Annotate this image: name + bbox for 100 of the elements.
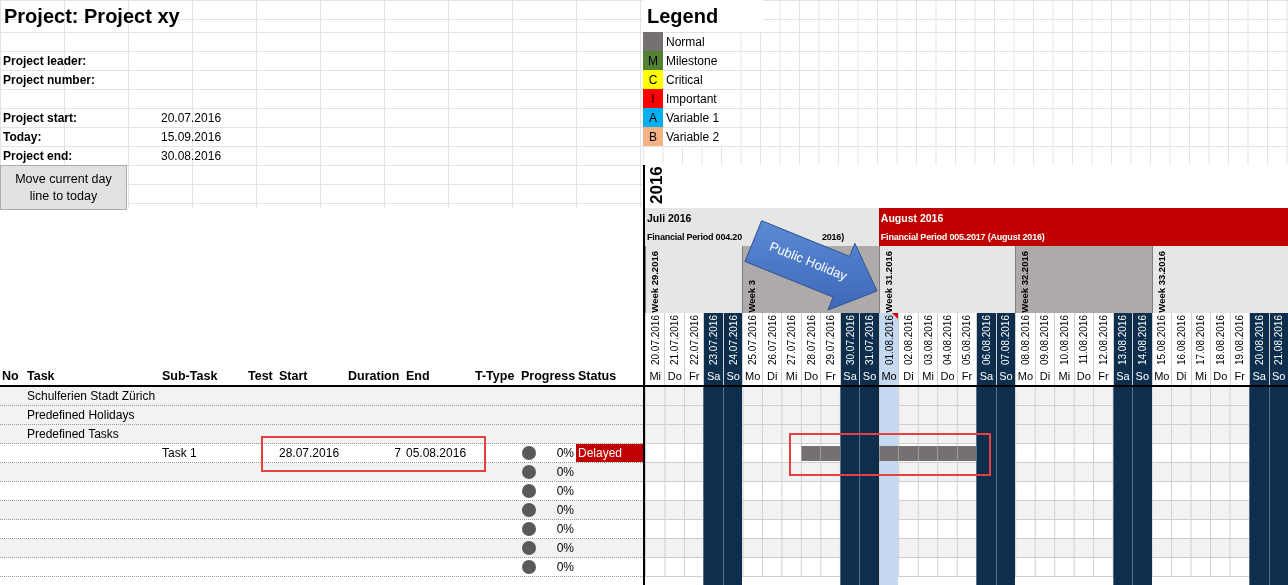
date-label: 16.08.2016 [1175, 314, 1187, 366]
weekday-cell: Sa [839, 367, 860, 385]
date-label: 02.08.2016 [903, 314, 915, 366]
date-label: 07.08.2016 [1000, 314, 1012, 366]
column-header: Sub-Task [161, 368, 219, 385]
progress-dot-icon [522, 522, 536, 536]
progress-value: 0% [556, 484, 574, 498]
column-header: Start [278, 368, 309, 385]
date-label: 17.08.2016 [1195, 314, 1207, 366]
weekday-cell: Di [1171, 367, 1191, 385]
financial-period: Financial Period 004.20 [646, 230, 742, 244]
legend-label: Variable 1 [663, 108, 724, 127]
legend-swatch: A [643, 108, 663, 127]
project-title: Project: Project xy [4, 4, 180, 28]
column-header: Test [247, 368, 274, 385]
progress-dot-icon [522, 465, 536, 479]
field-label: Project number: [2, 72, 96, 87]
column-header: Progress [520, 368, 576, 385]
task-bar-segment [820, 446, 840, 461]
task-name: Predefined Tasks [27, 427, 119, 441]
date-label: 08.08.2016 [1019, 314, 1031, 366]
date-label: 23.07.2016 [708, 314, 720, 366]
progress-value: 0% [556, 465, 574, 479]
legend-label: Milestone [663, 51, 724, 70]
field-value: 20.07.2016 [161, 110, 223, 125]
weekday-cell: Mi [917, 367, 938, 385]
date-label: 21.07.2016 [669, 314, 681, 366]
progress-dot-icon [522, 446, 536, 460]
weekday-cell: So [995, 367, 1016, 385]
date-label: 10.08.2016 [1058, 314, 1070, 366]
progress-dot-icon [522, 541, 536, 555]
task-name: Schulferien Stadt Zürich [27, 389, 156, 403]
date-label: 13.08.2016 [1117, 314, 1129, 366]
date-label: 21.08.2016 [1273, 314, 1285, 366]
date-label: 28.07.2016 [805, 314, 817, 366]
weekday-cell: Do [1210, 367, 1230, 385]
move-day-line-button[interactable]: Move current day line to today [0, 165, 127, 210]
field-label: Today: [2, 129, 43, 144]
legend-label: Normal [663, 32, 724, 51]
date-label: 20.08.2016 [1253, 314, 1265, 366]
weekday-cell: Mi [1190, 367, 1211, 385]
date-label: 01.08.2016 [883, 314, 895, 366]
date-label: 24.07.2016 [727, 314, 739, 366]
weekday-cell: Mi [645, 367, 665, 385]
progress-value: 0% [556, 503, 574, 517]
column-header: Status [577, 368, 618, 385]
progress-value: 0% [556, 560, 574, 574]
task-name: Predefined Holidays [27, 408, 135, 422]
date-label: 22.07.2016 [688, 314, 700, 366]
weekday-cell: Fr [1093, 367, 1113, 385]
weekday-cell: Do [937, 367, 957, 385]
month-label: August 2016 [879, 210, 945, 226]
subtask-name: Task 1 [162, 446, 197, 460]
weekday-cell: Sa [703, 367, 723, 385]
week-label: Week 3 [746, 279, 758, 313]
week-label: Week 32.2016 [1019, 250, 1031, 313]
date-label: 26.07.2016 [766, 314, 778, 366]
progress-dot-icon [522, 503, 536, 517]
task-bar-segment [898, 446, 918, 461]
legend-swatch: C [643, 70, 663, 89]
duration-value: 7 [394, 446, 401, 460]
column-header: End [405, 368, 431, 385]
legend-swatch: M [643, 51, 663, 70]
weekday-cell: Sa [1112, 367, 1133, 385]
weekday-cell: So [859, 367, 879, 385]
date-label: 03.08.2016 [922, 314, 934, 366]
progress-value: 0% [556, 522, 574, 536]
date-label: 27.07.2016 [786, 314, 798, 366]
field-label: Project end: [2, 148, 74, 163]
week-label: Week 33.2016 [1155, 250, 1167, 313]
field-value: 30.08.2016 [161, 148, 223, 163]
weekday-cell: Fr [820, 367, 840, 385]
weekday-cell: Mi [1054, 367, 1074, 385]
progress-dot-icon [522, 560, 536, 574]
weekday-cell: So [722, 367, 743, 385]
legend-label: Important [663, 89, 724, 108]
weekday-cell: Mo [878, 367, 899, 385]
date-label: 31.07.2016 [864, 314, 876, 366]
task-bar-segment [937, 446, 957, 461]
weekday-cell: Di [1034, 367, 1055, 385]
progress-dot-icon [522, 484, 536, 498]
date-label: 29.07.2016 [825, 314, 837, 366]
date-label: 06.08.2016 [980, 314, 992, 366]
weekday-cell: Mo [1015, 367, 1035, 385]
weekday-cell: Do [664, 367, 684, 385]
progress-value: 0% [556, 446, 574, 460]
weekday-cell: Sa [976, 367, 996, 385]
year-label: 2016 [646, 165, 667, 206]
date-label: 14.08.2016 [1136, 314, 1148, 366]
weekday-cell: Di [761, 367, 782, 385]
date-label: 09.08.2016 [1039, 314, 1051, 366]
legend-swatch: I [643, 89, 663, 108]
start-date: 28.07.2016 [279, 446, 340, 460]
date-label: 20.07.2016 [649, 314, 661, 366]
date-label: 12.08.2016 [1097, 314, 1109, 366]
field-label: Project start: [2, 110, 79, 125]
column-header: No [1, 368, 20, 385]
week-label: Week 31.2016 [882, 250, 894, 313]
weekday-cell: Di [898, 367, 918, 385]
weekday-cell: So [1132, 367, 1152, 385]
